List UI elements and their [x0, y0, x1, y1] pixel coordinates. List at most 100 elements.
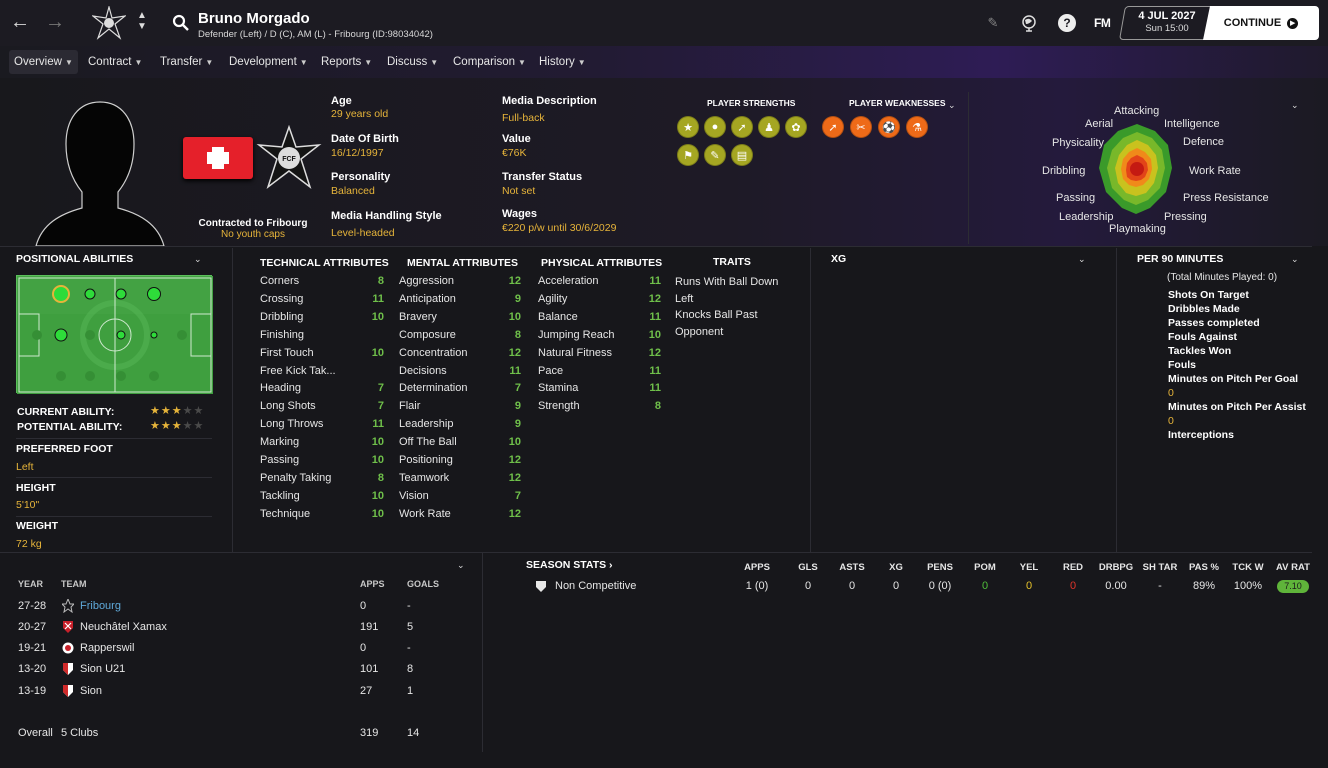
attribute-row[interactable]: Tackling 10 — [260, 488, 384, 504]
player-switch-icon[interactable]: ▲ ▼ — [137, 10, 147, 32]
forward-arrow-icon[interactable]: → — [45, 12, 65, 32]
attribute-value: 10 — [371, 507, 384, 520]
attribute-row[interactable]: Flair 9 — [399, 398, 521, 414]
menu-label: Comparison — [453, 56, 515, 68]
attribute-row[interactable]: Passing 10 — [260, 452, 384, 468]
attribute-row[interactable]: Aggression 12 — [399, 273, 521, 289]
ss-value: 0 — [804, 580, 812, 592]
menu-history[interactable]: History ▼ — [534, 50, 591, 74]
attribute-row[interactable]: Leadership 9 — [399, 416, 521, 432]
chevron-down-icon[interactable]: ⌄ — [1078, 254, 1086, 265]
media-handling-value: Level-headed — [331, 227, 395, 239]
ss-header: YEL — [1019, 562, 1039, 573]
menu-overview[interactable]: Overview ▼ — [9, 50, 78, 74]
attribute-row[interactable]: Work Rate 12 — [399, 506, 521, 522]
menu-discuss[interactable]: Discuss ▼ — [382, 50, 443, 74]
history-team[interactable]: Sion U21 — [80, 663, 125, 675]
attribute-row[interactable]: Concentration 12 — [399, 345, 521, 361]
club-crest-icon[interactable] — [92, 6, 126, 40]
attribute-row[interactable]: Teamwork 12 — [399, 470, 521, 486]
flask-icon[interactable]: ⚗ — [906, 116, 928, 138]
chevron-down-icon[interactable]: ⌄ — [194, 254, 202, 265]
attribute-row[interactable]: Finishing — [260, 327, 384, 343]
attribute-row[interactable]: Free Kick Tak... — [260, 363, 384, 379]
ss-header: GLS — [798, 562, 818, 573]
attribute-row[interactable]: Penalty Taking 8 — [260, 470, 384, 486]
star-icon[interactable]: ★ — [677, 116, 699, 138]
attribute-name: Finishing — [260, 328, 305, 341]
menu-development[interactable]: Development ▼ — [224, 50, 313, 74]
attribute-row[interactable]: Natural Fitness 12 — [538, 345, 661, 361]
stat-label: Dribbles Made — [1168, 303, 1240, 315]
attribute-row[interactable]: First Touch 10 — [260, 345, 384, 361]
attribute-row[interactable]: Decisions 11 — [399, 363, 521, 379]
trophy-icon[interactable]: ♟ — [758, 116, 780, 138]
attribute-name: Balance — [538, 310, 578, 323]
sion-crest-icon — [63, 663, 73, 675]
attribute-row[interactable]: Technique 10 — [260, 506, 384, 522]
history-team[interactable]: Neuchâtel Xamax — [80, 621, 167, 633]
attribute-row[interactable]: Balance 11 — [538, 309, 661, 325]
clipboard-icon[interactable]: ✎ — [704, 144, 726, 166]
back-arrow-icon[interactable]: ← — [10, 12, 30, 32]
history-team[interactable]: Sion — [80, 685, 102, 697]
attribute-row[interactable]: Jumping Reach 10 — [538, 327, 661, 343]
attribute-row[interactable]: Determination 7 — [399, 380, 521, 396]
continue-button[interactable]: CONTINUE ▶ — [1203, 6, 1319, 40]
ball-icon[interactable]: ⚽ — [878, 116, 900, 138]
chevron-down-icon[interactable]: ⌄ — [457, 560, 465, 571]
edit-icon[interactable]: ✎ — [984, 14, 1002, 32]
attribute-row[interactable]: Composure 8 — [399, 327, 521, 343]
traits-title: TRAITS — [713, 256, 751, 268]
fm-logo[interactable]: FM — [1094, 16, 1111, 30]
attribute-row[interactable]: Marking 10 — [260, 434, 384, 450]
chevron-down-icon[interactable]: ⌄ — [1291, 254, 1299, 265]
attribute-row[interactable]: Heading 7 — [260, 380, 384, 396]
flag-icon[interactable]: ⚑ — [677, 144, 699, 166]
help-icon[interactable]: ? — [1058, 14, 1076, 32]
attribute-row[interactable]: Stamina 11 — [538, 380, 661, 396]
divider — [16, 438, 212, 439]
menu-reports[interactable]: Reports ▼ — [316, 50, 377, 74]
date-label: 4 JUL 2027 — [1138, 10, 1196, 22]
globe-icon[interactable] — [1020, 14, 1038, 32]
attribute-row[interactable]: Dribbling 10 — [260, 309, 384, 325]
attribute-row[interactable]: Anticipation 9 — [399, 291, 521, 307]
attribute-row[interactable]: Pace 11 — [538, 363, 661, 379]
attribute-row[interactable]: Bravery 10 — [399, 309, 521, 325]
tackle-icon[interactable]: ➚ — [731, 116, 753, 138]
attribute-row[interactable]: Corners 8 — [260, 273, 384, 289]
attribute-row[interactable]: Long Shots 7 — [260, 398, 384, 414]
attribute-value: 7 — [377, 400, 384, 413]
id-card-icon[interactable]: ▤ — [731, 144, 753, 166]
attribute-row[interactable]: Acceleration 11 — [538, 273, 661, 289]
attribute-name: Marking — [260, 436, 300, 449]
trend-icon[interactable]: ➚ — [822, 116, 844, 138]
attribute-row[interactable]: Vision 7 — [399, 488, 521, 504]
attribute-row[interactable]: Agility 12 — [538, 291, 661, 307]
history-team-link[interactable]: Fribourg — [80, 600, 121, 612]
radar-label-passing: Passing — [1056, 192, 1095, 204]
head-icon[interactable]: ● — [704, 116, 726, 138]
potential-ability-stars: ★★★★★ — [150, 420, 205, 432]
dob-label: Date Of Birth — [331, 133, 399, 145]
attribute-row[interactable]: Strength 8 — [538, 398, 661, 414]
search-icon[interactable] — [172, 14, 190, 32]
attribute-row[interactable]: Positioning 12 — [399, 452, 521, 468]
menu-comparison[interactable]: Comparison ▼ — [448, 50, 531, 74]
history-year: 13-19 — [18, 685, 47, 697]
trait-item[interactable]: Runs With Ball Down Left — [675, 274, 795, 307]
trait-item[interactable]: Knocks Ball Past Opponent — [675, 307, 795, 340]
menu-transfer[interactable]: Transfer ▼ — [155, 50, 218, 74]
attribute-row[interactable]: Crossing 11 — [260, 291, 384, 307]
attribute-row[interactable]: Off The Ball 10 — [399, 434, 521, 450]
boots-icon[interactable]: ✿ — [785, 116, 807, 138]
chevron-down-icon[interactable]: ⌄ — [948, 100, 956, 111]
attribute-row[interactable]: Long Throws 11 — [260, 416, 384, 432]
menu-contract[interactable]: Contract ▼ — [83, 50, 147, 74]
scissors-icon[interactable]: ✂ — [850, 116, 872, 138]
season-stats-title[interactable]: SEASON STATS › — [526, 559, 613, 571]
positions-pitch[interactable] — [16, 275, 213, 394]
chevron-down-icon[interactable]: ⌄ — [1291, 100, 1299, 111]
history-team[interactable]: Rapperswil — [80, 642, 134, 654]
